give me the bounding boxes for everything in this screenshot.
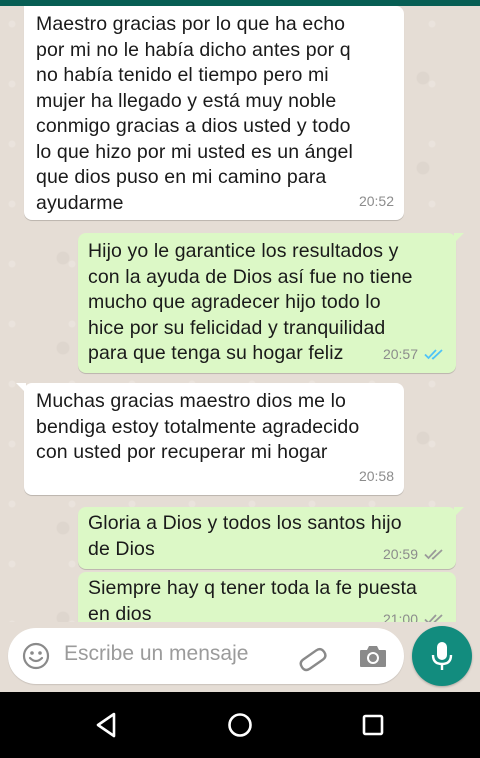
message-time: 20:57 — [382, 345, 418, 362]
message-text: Maestro gracias por lo que ha echo por m… — [36, 13, 353, 214]
message-time: 20:52 — [358, 192, 394, 209]
bubble-tail — [16, 383, 26, 393]
message-meta: 20:59 — [383, 542, 446, 568]
chat-area[interactable]: Maestro gracias por lo que ha echo por m… — [0, 6, 480, 622]
message-time: 20:58 — [358, 467, 394, 484]
message-outgoing[interactable]: Hijo yo le garantice los resultados y co… — [78, 233, 464, 373]
delivered-receipt-icon — [424, 549, 443, 560]
composer-area: Escribe un mensaje — [0, 622, 480, 692]
microphone-button[interactable] — [412, 626, 472, 686]
message-incoming[interactable]: Muchas gracias maestro dios me lo bendig… — [16, 383, 404, 495]
system-nav-bar — [0, 692, 480, 758]
message-outgoing[interactable]: Siempre hay q tener toda la fe puesta en… — [78, 572, 456, 622]
emoji-icon[interactable] — [22, 642, 50, 670]
recents-square-icon[interactable] — [358, 710, 388, 740]
message-meta: 21:00 — [382, 607, 446, 623]
message-meta: 20:57 — [383, 342, 446, 368]
message-outgoing[interactable]: Gloria a Dios y todos los santos hijo de… — [78, 507, 464, 569]
delivered-receipt-icon — [424, 614, 443, 622]
back-triangle-icon[interactable] — [92, 710, 122, 740]
message-meta: 20:58 — [359, 464, 394, 490]
message-input[interactable]: Escribe un mensaje — [8, 628, 404, 684]
message-time: 21:00 — [382, 610, 418, 623]
message-meta: 20:52 — [359, 189, 394, 215]
message-text: Muchas gracias maestro dios me lo bendig… — [36, 390, 360, 463]
home-circle-icon[interactable] — [225, 710, 255, 740]
microphone-icon — [431, 642, 453, 670]
camera-icon[interactable] — [358, 643, 388, 669]
bubble-tail — [454, 233, 464, 243]
bubble-tail — [454, 507, 464, 517]
message-placeholder: Escribe un mensaje — [64, 642, 249, 665]
paperclip-icon[interactable] — [298, 642, 328, 672]
message-time: 20:59 — [382, 545, 418, 562]
read-receipt-icon — [424, 349, 443, 360]
message-incoming[interactable]: Maestro gracias por lo que ha echo por m… — [24, 6, 404, 220]
